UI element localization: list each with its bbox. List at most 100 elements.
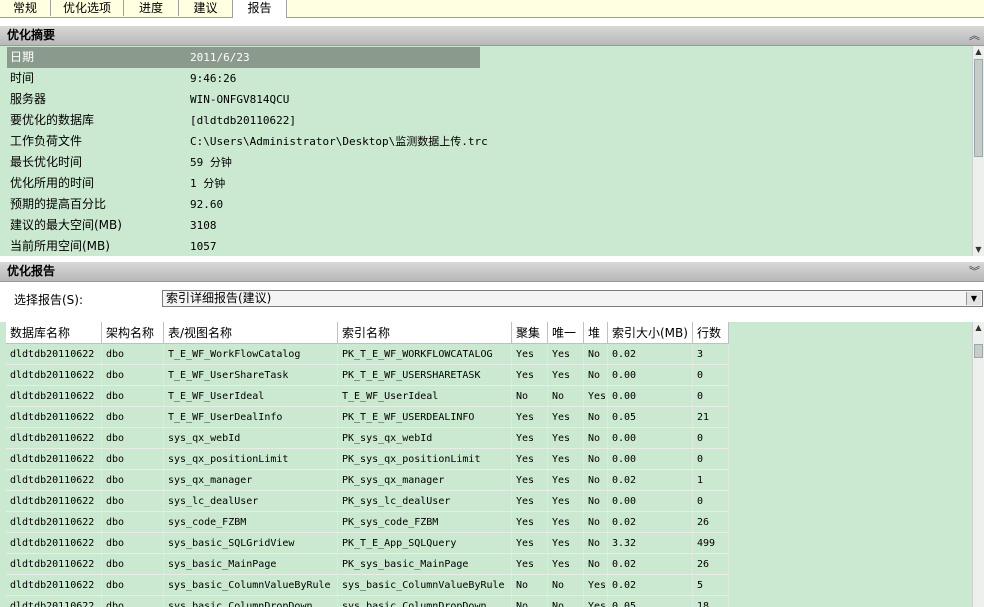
summary-panel: 日期 2011/6/23 时间 9:46:26 服务器 WIN-ONFGV814… bbox=[0, 46, 972, 256]
cell-heap: No bbox=[583, 490, 608, 512]
scroll-up-icon[interactable]: ▲ bbox=[973, 322, 984, 334]
cell-index: PK_T_E_WF_USERSHARETASK bbox=[337, 364, 512, 386]
col-header-index-size[interactable]: 索引大小(MB) bbox=[607, 322, 693, 344]
cell-table: T_E_WF_WorkFlowCatalog bbox=[163, 343, 338, 365]
summary-label: 建议的最大空间(MB) bbox=[10, 218, 122, 232]
scroll-up-icon[interactable]: ▲ bbox=[973, 46, 984, 58]
report-section-header[interactable]: 优化报告 ︾ bbox=[0, 262, 984, 282]
scroll-down-icon[interactable]: ▼ bbox=[973, 244, 984, 256]
summary-value: 2011/6/23 bbox=[190, 51, 250, 64]
collapse-down-icon[interactable]: ︾ bbox=[969, 262, 980, 281]
summary-value: 92.60 bbox=[190, 198, 224, 211]
cell-schema: dbo bbox=[101, 574, 164, 596]
table-row[interactable]: dldtdb20110622 dbo sys_qx_manager PK_sys_qx… bbox=[6, 469, 729, 491]
col-header-index[interactable]: 索引名称 bbox=[337, 322, 512, 344]
table-row[interactable]: dldtdb20110622 dbo T_E_WF_UserShareTask PK_… bbox=[6, 364, 729, 386]
table-row[interactable]: dldtdb20110622 dbo sys_qx_webId PK_sys_qx_w… bbox=[6, 427, 729, 449]
cell-index-size: 0.00 bbox=[607, 364, 693, 386]
cell-heap: No bbox=[583, 448, 608, 470]
cell-index-size: 0.02 bbox=[607, 343, 693, 365]
table-row[interactable]: dldtdb20110622 dbo sys_basic_SQLGridView PK… bbox=[6, 532, 729, 554]
cell-unique: Yes bbox=[547, 364, 584, 386]
cell-index-size: 3.32 bbox=[607, 532, 693, 554]
col-header-unique[interactable]: 唯一 bbox=[547, 322, 584, 344]
summary-row-current-space[interactable]: 当前所用空间(MB) 1057 bbox=[0, 236, 972, 256]
summary-row-max-space[interactable]: 建议的最大空间(MB) 3108 bbox=[0, 215, 972, 236]
cell-rows: 0 bbox=[692, 427, 729, 449]
table-row[interactable]: dldtdb20110622 dbo sys_basic_ColumnValueBy… bbox=[6, 574, 729, 596]
cell-table: sys_qx_manager bbox=[163, 469, 338, 491]
cell-clustered: Yes bbox=[511, 490, 548, 512]
cell-clustered: Yes bbox=[511, 469, 548, 491]
cell-unique: Yes bbox=[547, 511, 584, 533]
summary-scrollbar[interactable]: ▲ ▼ bbox=[972, 46, 984, 256]
tab-tuning-options[interactable]: 优化选项 bbox=[51, 0, 124, 16]
summary-value: 1 分钟 bbox=[190, 177, 226, 190]
grid-header-row: 数据库名称 架构名称 表/视图名称 索引名称 聚集 唯一 堆 索引大小(MB) … bbox=[6, 322, 729, 344]
summary-row-database[interactable]: 要优化的数据库 [dldtdb20110622] bbox=[0, 110, 972, 131]
summary-row-date[interactable]: 日期 2011/6/23 bbox=[0, 47, 972, 68]
table-row[interactable]: dldtdb20110622 dbo sys_basic_ColumnDropDow… bbox=[6, 595, 729, 607]
summary-row-expected-improvement[interactable]: 预期的提高百分比 92.60 bbox=[0, 194, 972, 215]
col-header-schema[interactable]: 架构名称 bbox=[101, 322, 164, 344]
col-header-heap[interactable]: 堆 bbox=[583, 322, 608, 344]
cell-index: PK_sys_code_FZBM bbox=[337, 511, 512, 533]
table-row[interactable]: dldtdb20110622 dbo sys_code_FZBM PK_sys_cod… bbox=[6, 511, 729, 533]
cell-index: PK_sys_qx_webId bbox=[337, 427, 512, 449]
cell-index: PK_T_E_WF_USERDEALINFO bbox=[337, 406, 512, 428]
table-row[interactable]: dldtdb20110622 dbo sys_lc_dealUser PK_sys_l… bbox=[6, 490, 729, 512]
col-header-table[interactable]: 表/视图名称 bbox=[163, 322, 338, 344]
col-header-database[interactable]: 数据库名称 bbox=[6, 322, 102, 344]
cell-index-size: 0.00 bbox=[607, 490, 693, 512]
cell-heap: No bbox=[583, 406, 608, 428]
cell-table: T_E_WF_UserDealInfo bbox=[163, 406, 338, 428]
cell-clustered: No bbox=[511, 385, 548, 407]
summary-row-time[interactable]: 时间 9:46:26 bbox=[0, 68, 972, 89]
cell-index-size: 0.05 bbox=[607, 595, 693, 607]
cell-index: PK_sys_basic_MainPage bbox=[337, 553, 512, 575]
cell-clustered: Yes bbox=[511, 343, 548, 365]
table-row[interactable]: dldtdb20110622 dbo T_E_WF_UserIdeal T_E_WF_… bbox=[6, 385, 729, 407]
cell-index: PK_sys_qx_manager bbox=[337, 469, 512, 491]
cell-index: PK_T_E_WF_WORKFLOWCATALOG bbox=[337, 343, 512, 365]
tab-recommendations[interactable]: 建议 bbox=[179, 0, 233, 16]
cell-unique: Yes bbox=[547, 448, 584, 470]
report-section-title: 优化报告 bbox=[7, 264, 56, 278]
cell-database: dldtdb20110622 bbox=[6, 553, 102, 575]
table-row[interactable]: dldtdb20110622 dbo sys_qx_positionLimit PK_… bbox=[6, 448, 729, 470]
col-header-rows[interactable]: 行数 bbox=[692, 322, 729, 344]
table-row[interactable]: dldtdb20110622 dbo T_E_WF_WorkFlowCatalog P… bbox=[6, 343, 729, 365]
chevron-down-icon[interactable]: ▼ bbox=[966, 292, 981, 305]
summary-row-server[interactable]: 服务器 WIN-ONFGV814QCU bbox=[0, 89, 972, 110]
summary-value: 1057 bbox=[190, 240, 217, 253]
tab-general[interactable]: 常规 bbox=[0, 0, 51, 16]
summary-row-max-time[interactable]: 最长优化时间 59 分钟 bbox=[0, 152, 972, 173]
cell-heap: No bbox=[583, 553, 608, 575]
summary-label: 预期的提高百分比 bbox=[10, 197, 107, 211]
table-row[interactable]: dldtdb20110622 dbo T_E_WF_UserDealInfo PK_T… bbox=[6, 406, 729, 428]
scroll-thumb[interactable] bbox=[974, 344, 983, 358]
col-header-clustered[interactable]: 聚集 bbox=[511, 322, 548, 344]
grid-scrollbar[interactable]: ▲ bbox=[972, 322, 984, 607]
cell-heap: No bbox=[583, 343, 608, 365]
cell-table: sys_basic_MainPage bbox=[163, 553, 338, 575]
collapse-up-icon[interactable]: ︽ bbox=[969, 26, 980, 45]
report-select[interactable]: 索引详细报告(建议) ▼ bbox=[162, 290, 983, 307]
cell-clustered: Yes bbox=[511, 448, 548, 470]
cell-rows: 499 bbox=[692, 532, 729, 554]
tab-progress[interactable]: 进度 bbox=[124, 0, 179, 16]
summary-section-header[interactable]: 优化摘要 ︽ bbox=[0, 26, 984, 46]
cell-rows: 18 bbox=[692, 595, 729, 607]
cell-index: PK_T_E_App_SQLQuery bbox=[337, 532, 512, 554]
summary-row-workload-file[interactable]: 工作负荷文件 C:\Users\Administrator\Desktop\监测… bbox=[0, 131, 972, 152]
cell-table: sys_basic_ColumnValueByRule bbox=[163, 574, 338, 596]
summary-row-time-used[interactable]: 优化所用的时间 1 分钟 bbox=[0, 173, 972, 194]
cell-rows: 0 bbox=[692, 364, 729, 386]
table-row[interactable]: dldtdb20110622 dbo sys_basic_MainPage PK_sy… bbox=[6, 553, 729, 575]
summary-section-title: 优化摘要 bbox=[7, 28, 56, 42]
cell-database: dldtdb20110622 bbox=[6, 364, 102, 386]
tab-reports[interactable]: 报告 bbox=[232, 0, 287, 18]
scroll-thumb[interactable] bbox=[974, 59, 983, 157]
cell-heap: No bbox=[583, 532, 608, 554]
cell-table: sys_code_FZBM bbox=[163, 511, 338, 533]
